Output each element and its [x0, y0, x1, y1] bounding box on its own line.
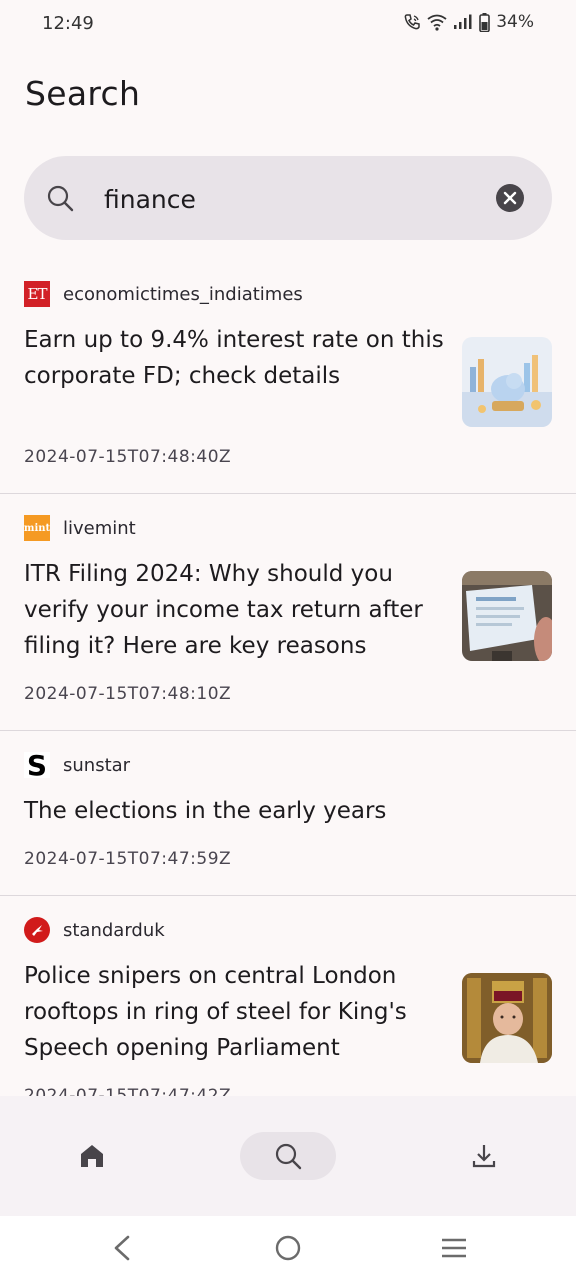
publish-date: 2024-07-15T07:47:42Z: [24, 1086, 232, 1096]
headline[interactable]: Earn up to 9.4% interest rate on this co…: [24, 322, 444, 427]
headline[interactable]: The elections in the early years: [24, 793, 552, 829]
download-icon: [472, 1145, 496, 1168]
page-title: Search: [25, 74, 141, 113]
source-name: sunstar: [63, 754, 131, 776]
clear-search-button[interactable]: [496, 184, 524, 212]
source-name: livemint: [63, 517, 136, 539]
news-source: standarduk: [24, 916, 552, 944]
headline[interactable]: Police snipers on central London rooftop…: [24, 958, 444, 1066]
source-name: economictimes_indiatimes: [63, 283, 303, 305]
news-item[interactable]: mint livemint ITR Filing 2024: Why shoul…: [0, 494, 576, 731]
news-list[interactable]: ET economictimes_indiatimes Earn up to 9…: [0, 260, 576, 1096]
bird-icon: [32, 925, 43, 936]
news-item[interactable]: S sunstar The elections in the early yea…: [0, 731, 576, 896]
status-time: 12:49: [42, 13, 94, 34]
headline[interactable]: ITR Filing 2024: Why should you verify y…: [24, 556, 444, 664]
sunstar-logo: S: [24, 752, 50, 778]
publish-date: 2024-07-15T07:48:40Z: [24, 447, 232, 467]
article-thumbnail[interactable]: [462, 571, 552, 661]
signal-icon: [453, 14, 473, 30]
wifi-calling-icon: [403, 13, 421, 31]
close-icon: [503, 191, 517, 205]
wifi-icon: [427, 13, 447, 31]
home-circle-icon: [275, 1235, 301, 1261]
back-icon: [114, 1235, 130, 1261]
recents-icon: [442, 1238, 466, 1258]
nav-home[interactable]: [44, 1132, 140, 1180]
economictimes-logo: ET: [24, 281, 50, 307]
nav-downloads[interactable]: [436, 1132, 532, 1180]
search-input[interactable]: [102, 178, 486, 220]
news-source: ET economictimes_indiatimes: [24, 280, 552, 308]
livemint-logo: mint: [24, 515, 50, 541]
battery-percent: 34%: [496, 12, 534, 32]
battery-icon: [479, 12, 491, 32]
home-button[interactable]: [274, 1234, 302, 1266]
publish-date: 2024-07-15T07:47:59Z: [24, 849, 232, 869]
system-navigation-bar: [0, 1216, 576, 1280]
nav-search[interactable]: [240, 1132, 336, 1180]
search-icon: [275, 1143, 302, 1170]
news-item[interactable]: ET economictimes_indiatimes Earn up to 9…: [0, 260, 576, 494]
search-icon: [46, 184, 74, 216]
status-bar: 12:49 34%: [0, 0, 576, 48]
standarduk-logo: [24, 917, 50, 943]
back-button[interactable]: [110, 1234, 134, 1266]
status-icons: 34%: [403, 12, 534, 32]
recents-button[interactable]: [440, 1234, 468, 1266]
source-name: standarduk: [63, 919, 165, 941]
news-source: mint livemint: [24, 514, 552, 542]
news-source: S sunstar: [24, 751, 552, 779]
bottom-navigation: [0, 1096, 576, 1216]
article-thumbnail[interactable]: [462, 973, 552, 1063]
publish-date: 2024-07-15T07:48:10Z: [24, 684, 232, 704]
home-icon: [81, 1145, 103, 1167]
news-item[interactable]: standarduk Police snipers on central Lon…: [0, 896, 576, 1096]
article-thumbnail[interactable]: [462, 337, 552, 427]
search-bar[interactable]: [24, 156, 552, 240]
